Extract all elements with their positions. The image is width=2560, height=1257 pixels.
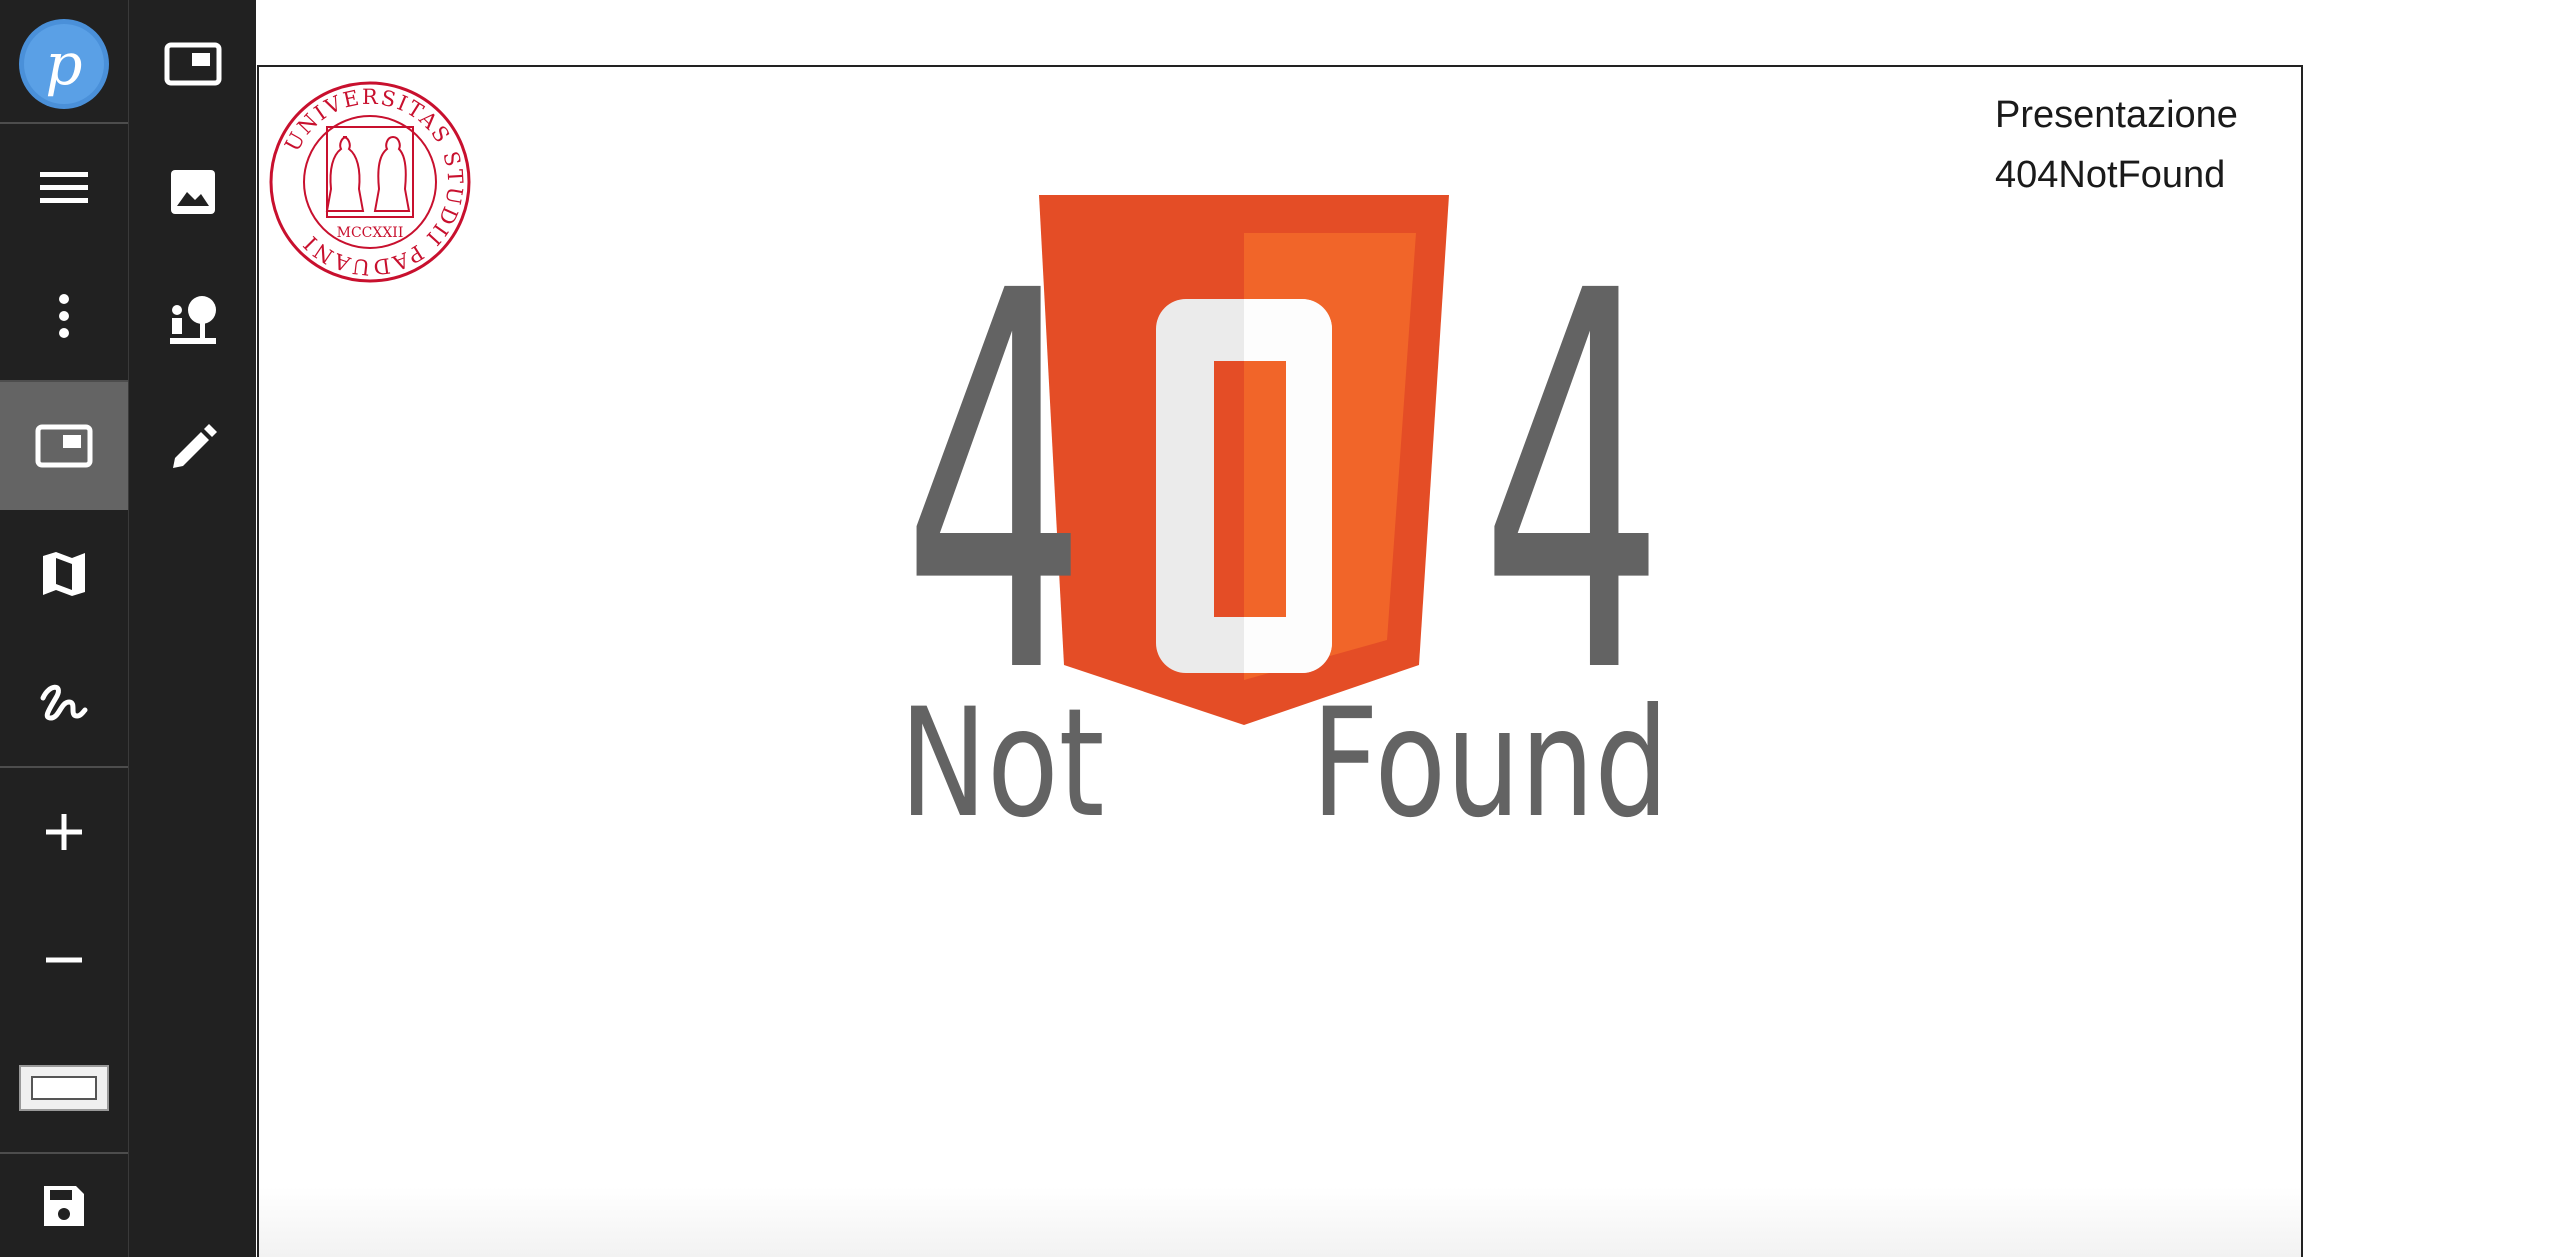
insert-image-button[interactable] [129,128,257,256]
svg-text:MCCXXII: MCCXXII [337,225,404,241]
menu-button[interactable] [0,124,128,252]
save-button[interactable] [0,1154,128,1257]
slide-canvas[interactable]: UNIVERSITAS STUDII PADUANI MCCXXII Prese… [257,65,2303,1257]
found-word: Found [1311,676,1668,835]
image-icon [171,170,215,214]
frame-icon [164,42,222,86]
draw-icon [40,684,88,721]
more-options-button[interactable] [0,252,128,380]
not-word: Not [900,676,1105,835]
presentation-title[interactable]: Presentazione 404NotFound [1995,85,2275,205]
more-vertical-icon [59,294,69,338]
insert-frame-button[interactable] [129,0,257,128]
logo-icon: p [19,19,109,109]
404-not-found-logo: 4 4 Not Found [900,195,1669,835]
zoom-in-button[interactable] [0,768,128,896]
person-tree-icon [170,296,216,344]
insert-text-button[interactable] [129,384,257,512]
title-line-2: 404NotFound [1995,154,2226,196]
map-icon [43,552,85,596]
plus-icon [46,814,82,850]
menu-icon [40,172,88,203]
canvas-bottom-shade [259,1187,2301,1257]
rectangle-icon [19,1065,109,1111]
insert-palette [128,0,256,1257]
app-logo[interactable]: p [0,0,128,128]
draw-path-button[interactable] [0,638,128,766]
university-seal-logo: UNIVERSITAS STUDII PADUANI MCCXXII [269,81,471,283]
svg-text:p: p [45,30,82,98]
insert-background-button[interactable] [129,256,257,384]
frame-icon [35,424,93,468]
save-icon [44,1185,84,1226]
pencil-icon [173,424,217,468]
title-line-1: Presentazione [1995,94,2238,136]
minus-icon [46,957,82,963]
map-button[interactable] [0,510,128,638]
zoom-out-button[interactable] [0,896,128,1024]
frame-tool-button[interactable] [0,382,128,510]
left-toolbar: p [0,0,128,1257]
rectangle-tool-button[interactable] [0,1024,128,1152]
